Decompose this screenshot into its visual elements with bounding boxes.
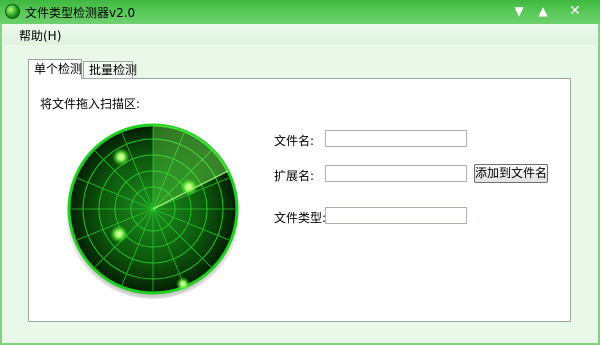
extension-field[interactable]: [325, 165, 467, 182]
filename-field[interactable]: [325, 130, 467, 147]
menu-help[interactable]: 帮助(H): [19, 27, 61, 44]
dropdown-icon[interactable]: ▼: [507, 2, 531, 20]
minimize-icon[interactable]: ▲: [531, 2, 555, 20]
single-detect-panel: 将文件拖入扫描区: 文件名: 扩展名: 添加到文件名 文件类型:: [28, 78, 571, 322]
tab-batch-detect[interactable]: 批量检测: [83, 61, 137, 79]
menu-bar: 帮助(H): [2, 24, 598, 45]
radar-icon[interactable]: [63, 119, 243, 299]
drop-zone-label: 将文件拖入扫描区:: [40, 97, 141, 111]
app-window: 文件类型检测器v2.0 ▼ ▲ ✕ 帮助(H) 单个检测 批量检测 将文件拖入扫…: [0, 0, 600, 345]
tab-single-detect[interactable]: 单个检测: [28, 59, 82, 79]
client-area: 单个检测 批量检测 将文件拖入扫描区: 文件名: 扩展名: 添加到文件名 文件类…: [2, 45, 598, 343]
close-icon[interactable]: ✕: [563, 2, 587, 20]
filetype-label: 文件类型:: [274, 211, 327, 225]
window-title: 文件类型检测器v2.0: [25, 6, 136, 20]
filetype-field[interactable]: [325, 207, 467, 224]
app-icon: [5, 4, 20, 19]
radar-scanner[interactable]: [63, 119, 243, 299]
title-bar[interactable]: 文件类型检测器v2.0 ▼ ▲ ✕: [0, 0, 600, 24]
extension-label: 扩展名:: [274, 169, 315, 183]
filename-label: 文件名:: [274, 134, 315, 148]
add-to-filename-button[interactable]: 添加到文件名: [474, 164, 548, 183]
